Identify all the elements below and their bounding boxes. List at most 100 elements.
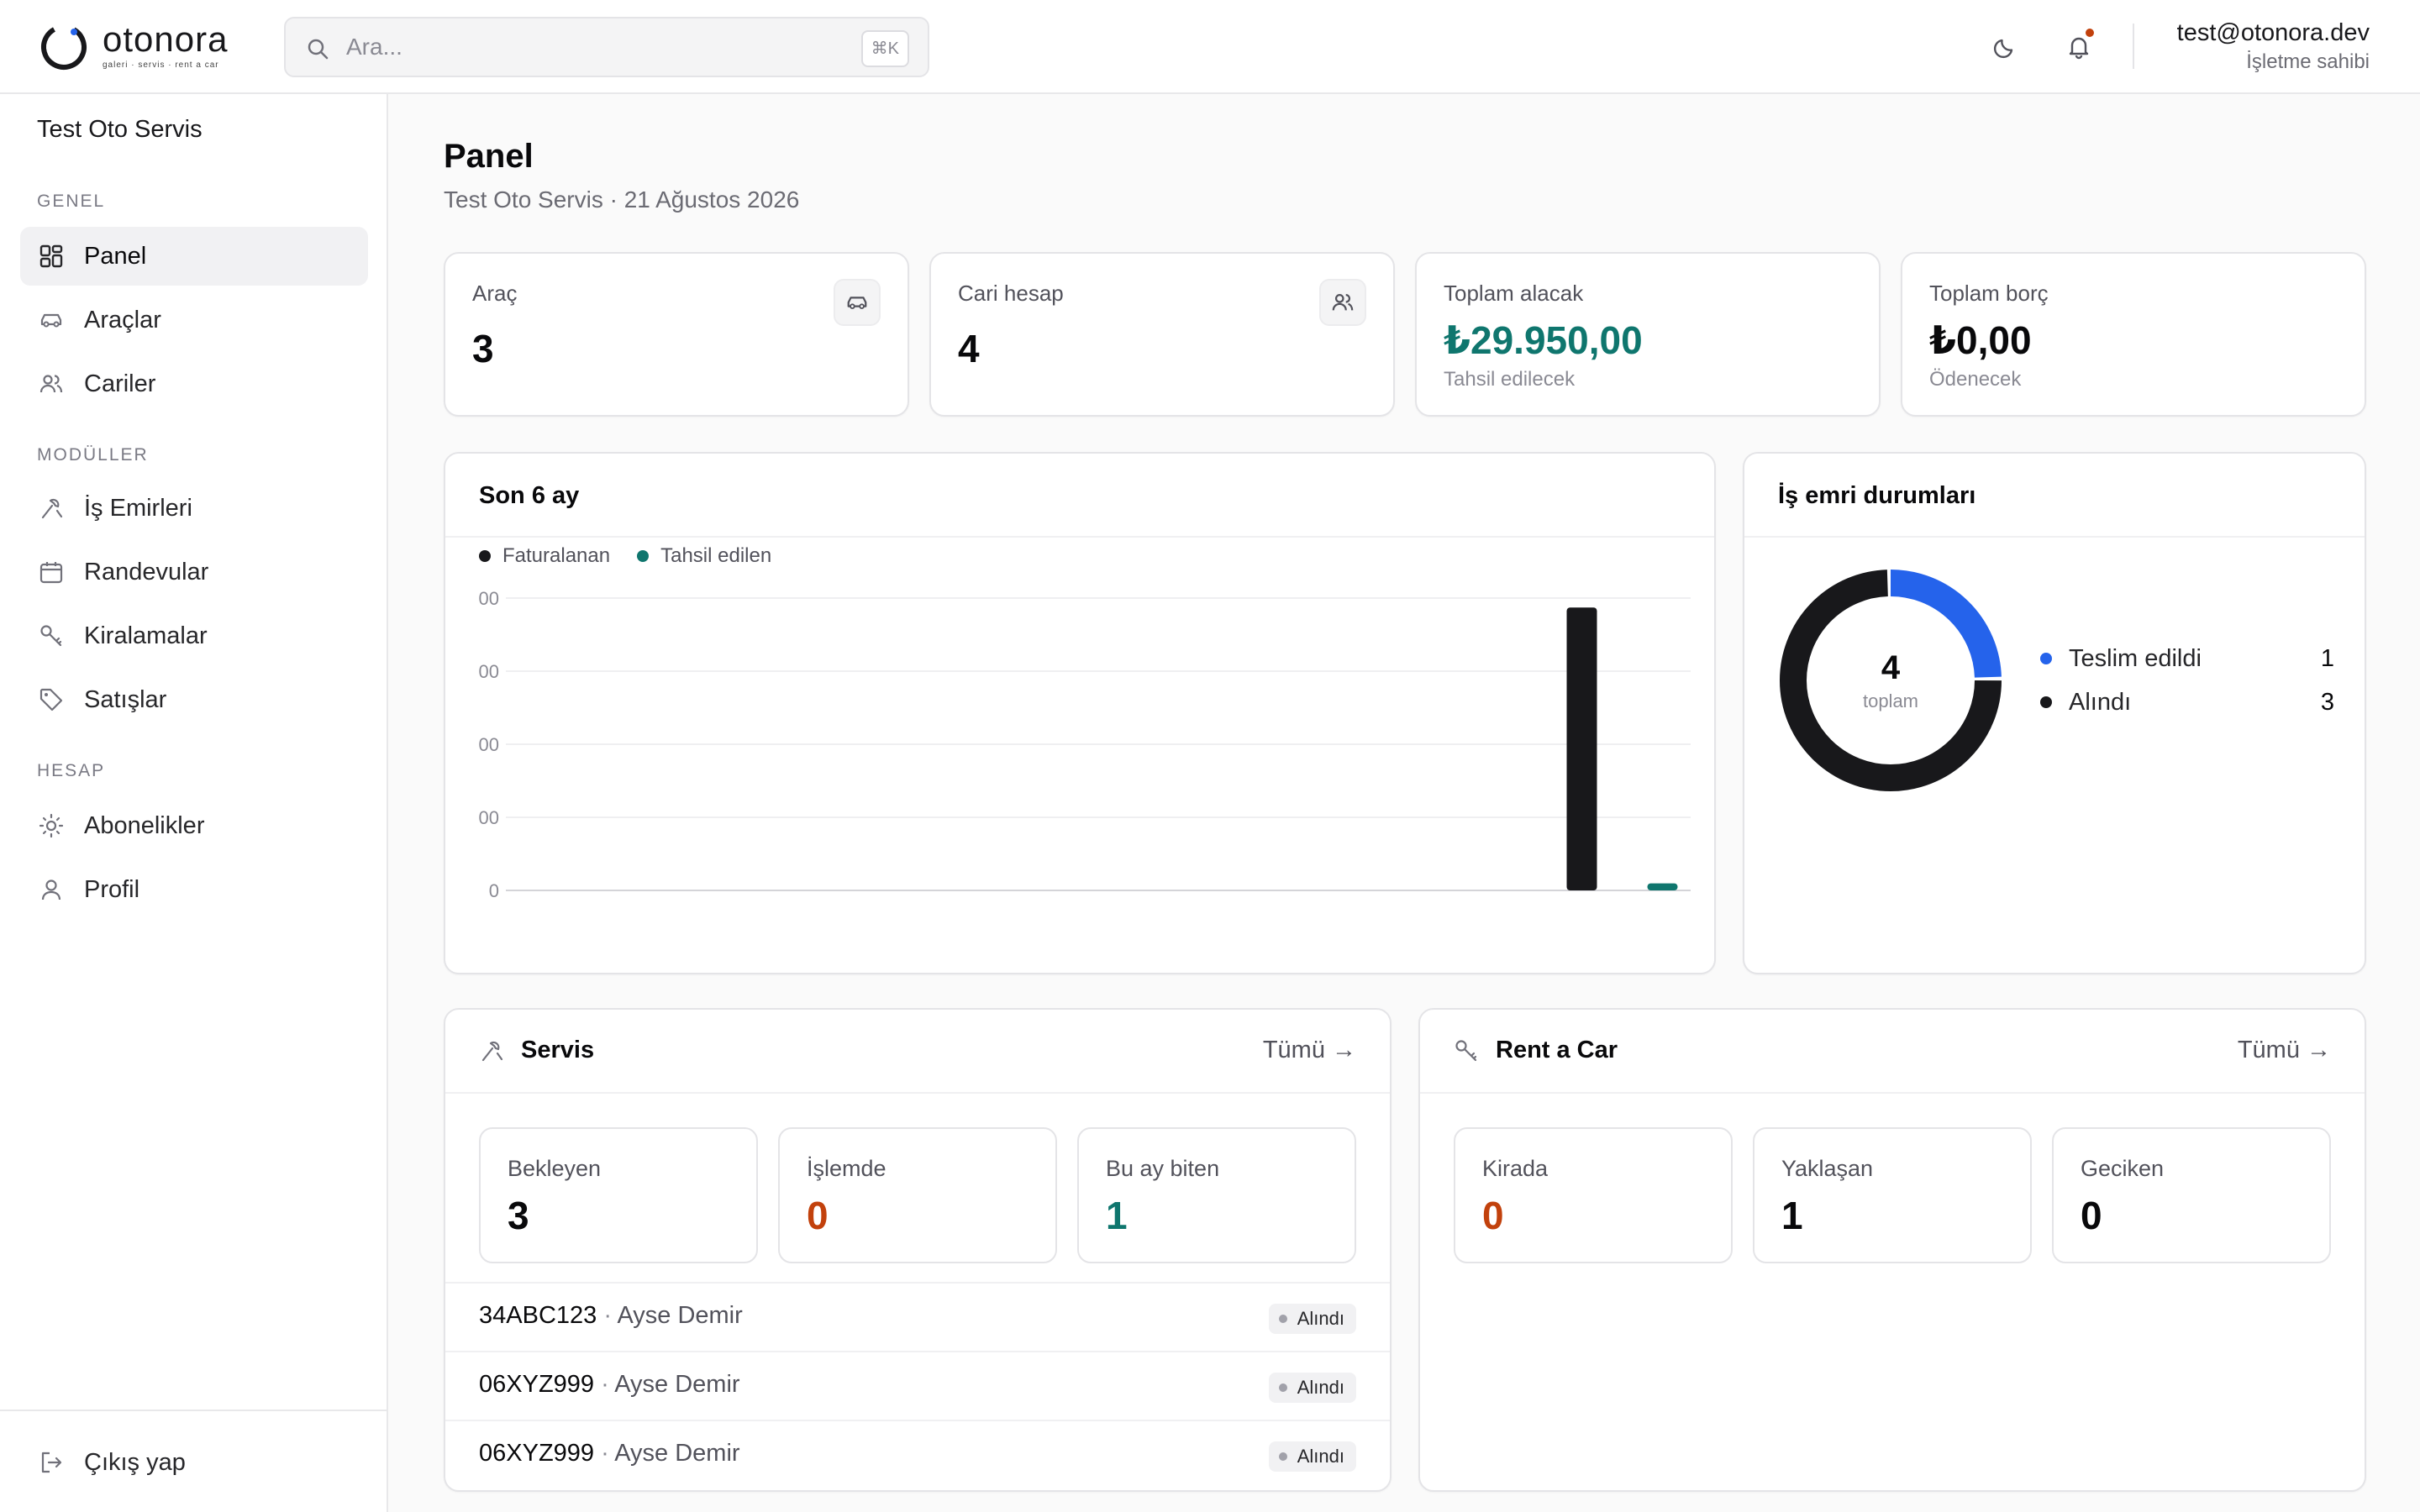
mini-stat-label: Yaklaşan [1781,1156,1874,1181]
sidebar-item-randevular[interactable]: Randevular [20,543,368,601]
stat-label: Toplam alacak [1444,281,1584,306]
mini-stat-label: Bu ay biten [1106,1156,1220,1181]
mini-stat-label: Kirada [1482,1156,1549,1181]
user-icon [39,877,64,902]
organization-name: Test Oto Servis [37,116,203,143]
sidebar: Test Oto Servis GENEL Panel Araçlar Cari… [0,94,388,1512]
sidebar-item-label: Kiralamalar [84,622,208,649]
mini-stat-value: 3 [508,1194,529,1237]
tag-icon [39,687,64,712]
legend-entry-collected[interactable]: Tahsil edilen [637,544,771,568]
status-badge: Alındı [1268,1373,1356,1403]
legend-label: Tahsil edilen [660,544,772,567]
legend-label: Faturalanan [502,544,611,567]
status-label: Alındı [1297,1446,1344,1467]
moon-icon [1994,39,2013,58]
y-tick-label: 00 [479,588,499,609]
stat-value: 3 [472,327,494,370]
rent-stat-overdue[interactable]: Geciken 0 [2052,1127,2331,1263]
chart-legend: Faturalanan Tahsil edilen [479,544,798,568]
sidebar-item-label: Araçlar [84,306,161,333]
sidebar-item-satislar[interactable]: Satışlar [20,670,368,729]
donut-legend-value: 1 [2320,644,2334,672]
chart-card-last-6-months: Son 6 ay Faturalanan Tahsil edilen 0 00 00… [444,452,1716,974]
panel-divider [445,536,1714,538]
row-customer: Ayse Demir [617,1302,743,1329]
rent-stat-upcoming[interactable]: Yaklaşan 1 [1753,1127,2032,1263]
stat-value: ₺29.950,00 [1444,318,1643,362]
mini-stat-value: 0 [807,1194,829,1237]
donut-legend-label: Alındı [2069,688,2132,716]
sidebar-item-panel[interactable]: Panel [20,227,368,286]
service-see-all-link[interactable]: Tümü → [1263,1037,1356,1064]
service-stat-pending[interactable]: Bekleyen 3 [479,1127,758,1263]
status-label: Alındı [1297,1308,1344,1329]
notifications-button[interactable] [2055,24,2102,71]
sidebar-item-kiralamalar[interactable]: Kiralamalar [20,606,368,665]
row-plate: 06XYZ999 [479,1440,595,1467]
service-stat-completed-this-month[interactable]: Bu ay biten 1 [1077,1127,1356,1263]
sidebar-item-profil[interactable]: Profil [20,860,368,919]
sidebar-item-label: Cariler [84,370,156,397]
logout-button[interactable]: Çıkış yap [20,1433,368,1492]
stat-card-payables: Toplam borç ₺0,00 Ödenecek [1901,252,2366,417]
donut-legend-value: 3 [2320,688,2334,716]
y-tick-label: 00 [479,807,499,828]
search-input[interactable] [346,30,783,64]
user-menu[interactable]: test@otonora.dev İşletme sahibi [2177,17,2370,76]
mini-stat-value: 0 [2081,1194,2102,1237]
theme-toggle-button[interactable] [1981,24,2028,71]
sidebar-item-is-emirleri[interactable]: İş Emirleri [20,479,368,538]
service-row[interactable]: 06XYZ999 · Ayse Demir Alındı [445,1351,1390,1420]
sidebar-item-label: Satışlar [84,685,167,713]
status-badge: Alındı [1268,1304,1356,1334]
sun-icon [39,813,64,838]
logo-text: otonora galeri · servis · rent a car [103,20,228,71]
legend-entry-invoiced[interactable]: Faturalanan [479,544,610,568]
work-order-status-card: İş emri durumları 4 toplam Teslim edildi… [1743,452,2366,974]
search-shortcut: ⌘K [860,30,909,67]
logo-ring-icon [41,24,87,70]
chart-title: Son 6 ay [479,482,580,509]
legend-swatch [2040,696,2052,708]
donut-legend-row: Teslim edildi 1 [2040,637,2334,680]
y-tick-label: 0 [489,880,499,899]
row-separator: · [594,1440,615,1467]
stat-subtext: Ödenecek [1929,368,2022,391]
legend-swatch [2040,653,2052,664]
page-title: Panel [444,138,534,175]
bar-collected[interactable] [1647,883,1678,890]
sidebar-item-label: Randevular [84,558,209,585]
stat-value: ₺0,00 [1929,318,2032,362]
section-label-modules: MODÜLLER [37,445,149,465]
panel-divider [445,1092,1390,1094]
rent-see-all-link[interactable]: Tümü → [2238,1037,2331,1064]
mini-stat-value: 1 [1781,1194,1803,1237]
page-subtitle: Test Oto Servis · 21 Ağustos 2026 [444,186,800,213]
sidebar-item-araclar[interactable]: Araçlar [20,291,368,349]
service-stat-in-progress[interactable]: İşlemde 0 [778,1127,1057,1263]
search-bar[interactable]: ⌘K [284,17,929,77]
service-row[interactable]: 06XYZ999 · Ayse Demir Alındı [445,1420,1390,1488]
rent-stat-rented[interactable]: Kirada 0 [1454,1127,1733,1263]
user-email: test@otonora.dev [2176,19,2370,46]
service-row[interactable]: 34ABC123 · Ayse Demir Alındı [445,1282,1390,1351]
status-label: Alındı [1297,1377,1344,1398]
row-text: 34ABC123 · Ayse Demir [479,1302,743,1330]
donut-center: 4 toplam [1778,568,2003,793]
sidebar-item-abonelikler[interactable]: Abonelikler [20,796,368,855]
brand-logo[interactable]: otonora galeri · servis · rent a car [39,20,227,74]
donut-total: 4 [1881,649,1901,686]
row-text: 06XYZ999 · Ayse Demir [479,1371,740,1399]
notification-dot [2084,27,2096,39]
row-customer: Ayse Demir [614,1371,740,1398]
bar-invoiced[interactable] [1566,607,1597,890]
car-icon [39,307,64,333]
sidebar-item-cariler[interactable]: Cariler [20,354,368,413]
wrench-icon [481,1041,503,1062]
status-dot [1278,1315,1287,1323]
calendar-icon [39,559,64,585]
key-icon [39,623,64,648]
logout-label: Çıkış yap [84,1448,186,1476]
search-icon [308,39,329,60]
